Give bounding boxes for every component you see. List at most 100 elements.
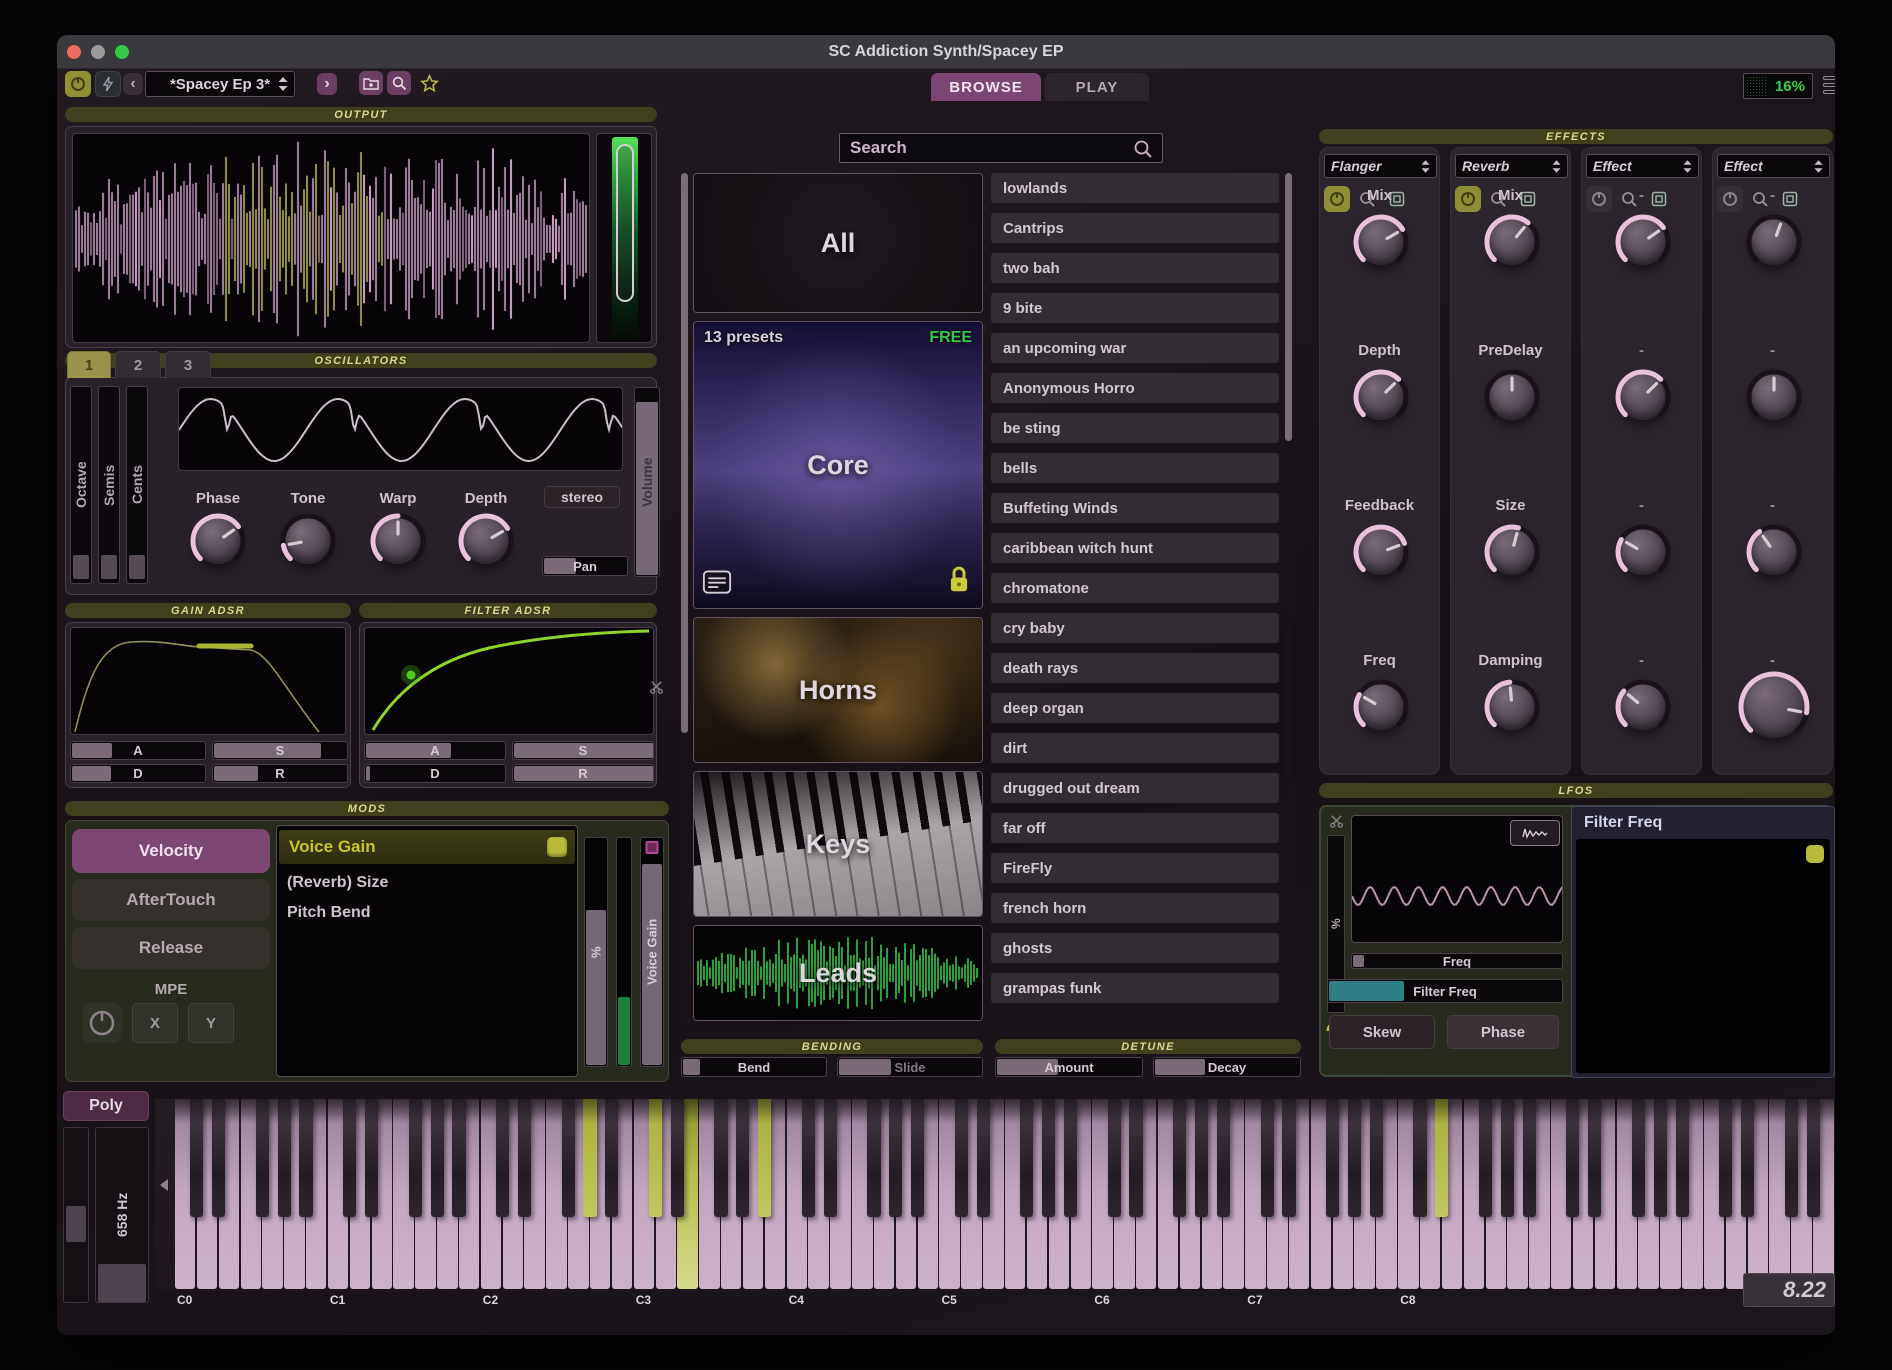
filter-s-slider[interactable]: S [512,741,654,760]
black-key[interactable] [562,1099,575,1217]
preset-item[interactable]: caribbean witch hunt [991,533,1279,563]
preset-item[interactable]: drugged out dream [991,773,1279,803]
menu-button[interactable] [1823,76,1836,94]
freq-knob[interactable] [1352,678,1410,736]
preset-item[interactable]: cry baby [991,613,1279,643]
black-key[interactable] [1217,1099,1230,1217]
black-key[interactable] [1654,1099,1667,1217]
black-key[interactable] [1326,1099,1339,1217]
black-key[interactable] [1348,1099,1361,1217]
mod-source-velocity[interactable]: Velocity [72,829,270,873]
phase-knob[interactable] [189,512,247,570]
black-key[interactable] [1282,1099,1295,1217]
depth-knob[interactable] [1352,368,1410,426]
fx-knob[interactable] [1745,213,1803,271]
lfo-freq-slider[interactable]: Freq [1351,953,1563,969]
tab-browse[interactable]: BROWSE [931,73,1041,101]
black-key[interactable] [802,1099,815,1217]
poly-button[interactable]: Poly [63,1091,149,1121]
black-key[interactable] [518,1099,531,1217]
quick-action-button[interactable] [95,71,121,97]
black-key[interactable] [1566,1099,1579,1217]
tab-play[interactable]: PLAY [1045,73,1149,101]
warp-knob[interactable] [369,512,427,570]
preset-item[interactable]: bells [991,453,1279,483]
mix-knob[interactable] [1352,213,1410,271]
preset-item[interactable]: french horn [991,893,1279,923]
mod-source-release[interactable]: Release [72,927,270,969]
black-key[interactable] [1501,1099,1514,1217]
black-key[interactable] [671,1099,684,1217]
lfo-skew-button[interactable]: Skew [1329,1015,1435,1049]
preset-item[interactable]: deep organ [991,693,1279,723]
mix-knob[interactable] [1483,213,1541,271]
preset-item[interactable]: FireFly [991,853,1279,883]
filter-r-slider[interactable]: R [512,764,654,783]
black-key[interactable] [1807,1099,1820,1217]
volume-slider[interactable]: Volume [634,387,660,577]
octave-slider[interactable]: Octave [70,386,92,584]
stereo-button[interactable]: stereo [544,486,620,508]
scissors-icon[interactable] [1329,813,1344,828]
lfo-phase-button[interactable]: Phase [1447,1015,1559,1049]
fx-knob[interactable] [1737,670,1811,744]
effect-type-select[interactable]: Flanger [1324,154,1437,178]
category-tile-horns[interactable]: Horns [693,617,983,763]
fx-knob[interactable] [1745,523,1803,581]
black-key[interactable] [1719,1099,1732,1217]
black-key[interactable] [1020,1099,1033,1217]
lfo-target-add-button[interactable] [1806,845,1824,863]
preset-selector[interactable]: *Spacey Ep 3* [145,71,295,97]
black-key[interactable] [867,1099,880,1217]
keyboard[interactable] [155,1099,1835,1291]
detune-amount-slider[interactable]: Amount [995,1057,1143,1077]
black-key[interactable] [212,1099,225,1217]
semis-slider[interactable]: Semis [98,386,120,584]
save-preset-button[interactable] [359,71,383,95]
preset-item[interactable]: ghosts [991,933,1279,963]
list-view-icon[interactable] [702,569,732,600]
scissors-icon[interactable] [649,679,664,694]
black-key[interactable] [1435,1099,1448,1217]
voice-gain-meter[interactable]: Voice Gain [640,837,664,1067]
fx-knob[interactable] [1745,368,1803,426]
black-key[interactable] [431,1099,444,1217]
pan-slider[interactable]: Pan [542,556,628,576]
filter-d-slider[interactable]: D [364,764,506,783]
filter-a-slider[interactable]: A [364,741,506,760]
depth-knob[interactable] [457,512,515,570]
gain-a-slider[interactable]: A [70,741,206,760]
black-key[interactable] [1108,1099,1121,1217]
black-key[interactable] [343,1099,356,1217]
black-key[interactable] [977,1099,990,1217]
tiles-scrollbar[interactable] [681,173,688,1021]
gain-d-slider[interactable]: D [70,764,206,783]
fx-knob[interactable] [1614,213,1672,271]
search-input[interactable] [839,133,1163,163]
mod-slot-add-button[interactable] [547,837,567,857]
black-key[interactable] [583,1099,596,1217]
preset-scrollbar[interactable] [1285,173,1292,1021]
black-key[interactable] [1173,1099,1186,1217]
black-key[interactable] [365,1099,378,1217]
black-key[interactable] [409,1099,422,1217]
fx-knob[interactable] [1614,678,1672,736]
black-key[interactable] [1129,1099,1142,1217]
black-key[interactable] [714,1099,727,1217]
black-key[interactable] [1413,1099,1426,1217]
black-key[interactable] [911,1099,924,1217]
mpe-dial-button[interactable] [82,1003,122,1043]
feedback-knob[interactable] [1352,523,1410,581]
lfo-shape-button[interactable] [1510,820,1560,846]
search-preset-button[interactable] [387,71,411,95]
black-key[interactable] [649,1099,662,1217]
category-tile-core[interactable]: Core13 presetsFREE [693,321,983,609]
oscillator-tab-1[interactable]: 1 [67,351,111,378]
oscillator-wave-display[interactable] [178,387,623,471]
preset-item[interactable]: Cantrips [991,213,1279,243]
preset-item[interactable]: grampas funk [991,973,1279,1003]
mpe-x-button[interactable]: X [132,1003,178,1043]
preset-item[interactable]: Buffeting Winds [991,493,1279,523]
slide-slider[interactable]: Slide [837,1057,983,1077]
preset-item[interactable]: lowlands [991,173,1279,203]
